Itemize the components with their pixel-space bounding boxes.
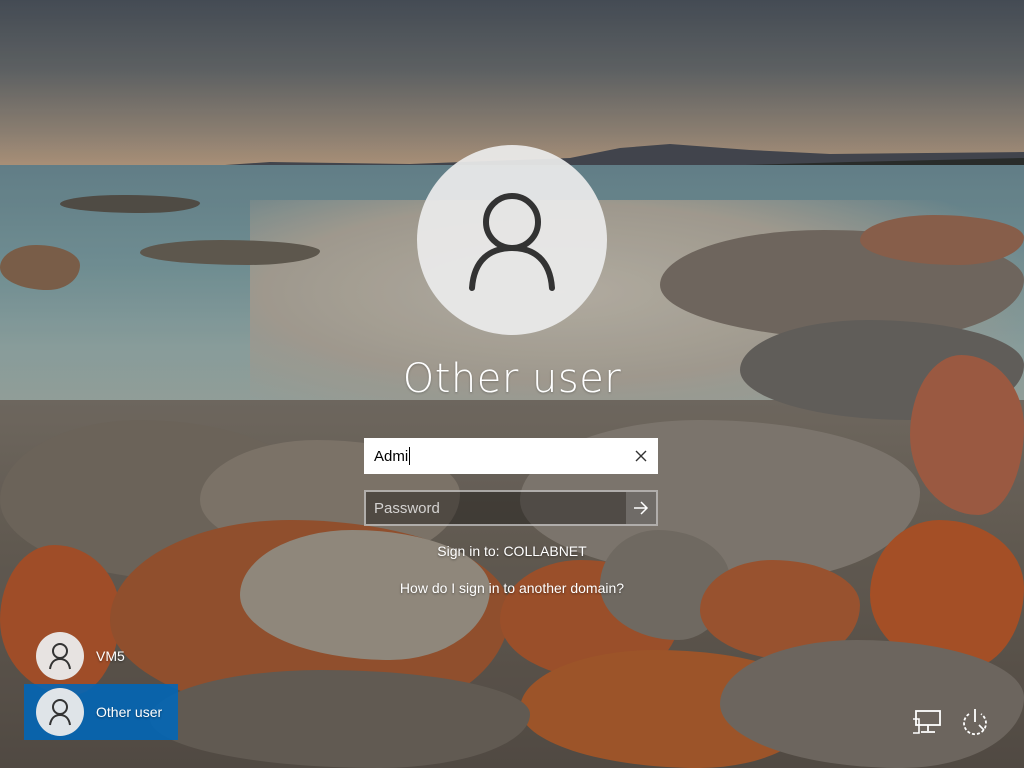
person-icon: [49, 699, 71, 726]
password-input[interactable]: [366, 493, 632, 523]
power-button[interactable]: [958, 705, 992, 739]
username-field-container: [364, 438, 658, 474]
network-icon: [913, 710, 941, 734]
password-field-container: [364, 490, 658, 526]
close-icon: [635, 450, 647, 462]
power-icon: [963, 709, 987, 736]
user-tile-avatar: [36, 688, 84, 736]
text-caret: [409, 447, 410, 465]
user-tile-other-user[interactable]: Other user: [24, 684, 178, 740]
clear-username-button[interactable]: [627, 440, 656, 472]
user-tile-label: VM5: [96, 648, 125, 664]
another-domain-link[interactable]: How do I sign in to another domain?: [312, 580, 712, 596]
arrow-right-icon: [634, 501, 649, 515]
user-tile-vm5[interactable]: VM5: [24, 628, 178, 684]
user-display-name: Other user: [402, 356, 622, 402]
network-button[interactable]: [911, 705, 945, 739]
user-tile-avatar: [36, 632, 84, 680]
person-icon: [469, 193, 555, 291]
user-tile-label: Other user: [96, 704, 163, 720]
lock-screen: Other user Sign in to: COLLABNET How do …: [0, 0, 1024, 768]
person-icon: [49, 643, 71, 670]
username-input[interactable]: [366, 441, 627, 471]
submit-button[interactable]: [626, 492, 656, 524]
sign-in-domain-text: Sign in to: COLLABNET: [437, 543, 587, 559]
user-avatar: [417, 145, 607, 335]
